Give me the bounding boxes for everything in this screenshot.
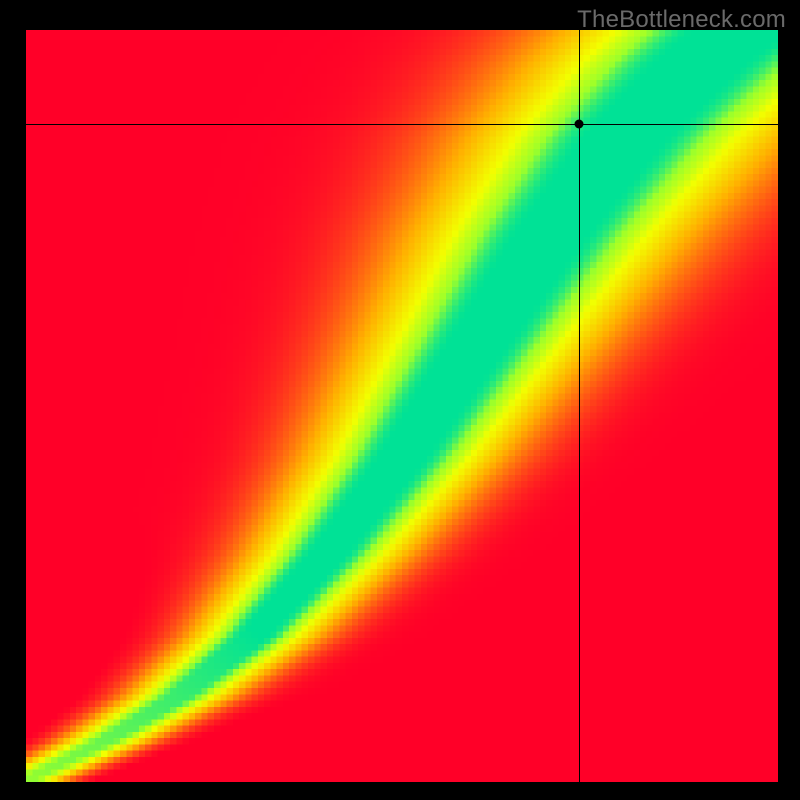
chart-stage: TheBottleneck.com (0, 0, 800, 800)
plot-area (26, 30, 778, 782)
crosshair-horizontal (26, 124, 778, 125)
bottleneck-heatmap (26, 30, 778, 782)
marker-dot (574, 120, 583, 129)
crosshair-vertical (579, 30, 580, 782)
